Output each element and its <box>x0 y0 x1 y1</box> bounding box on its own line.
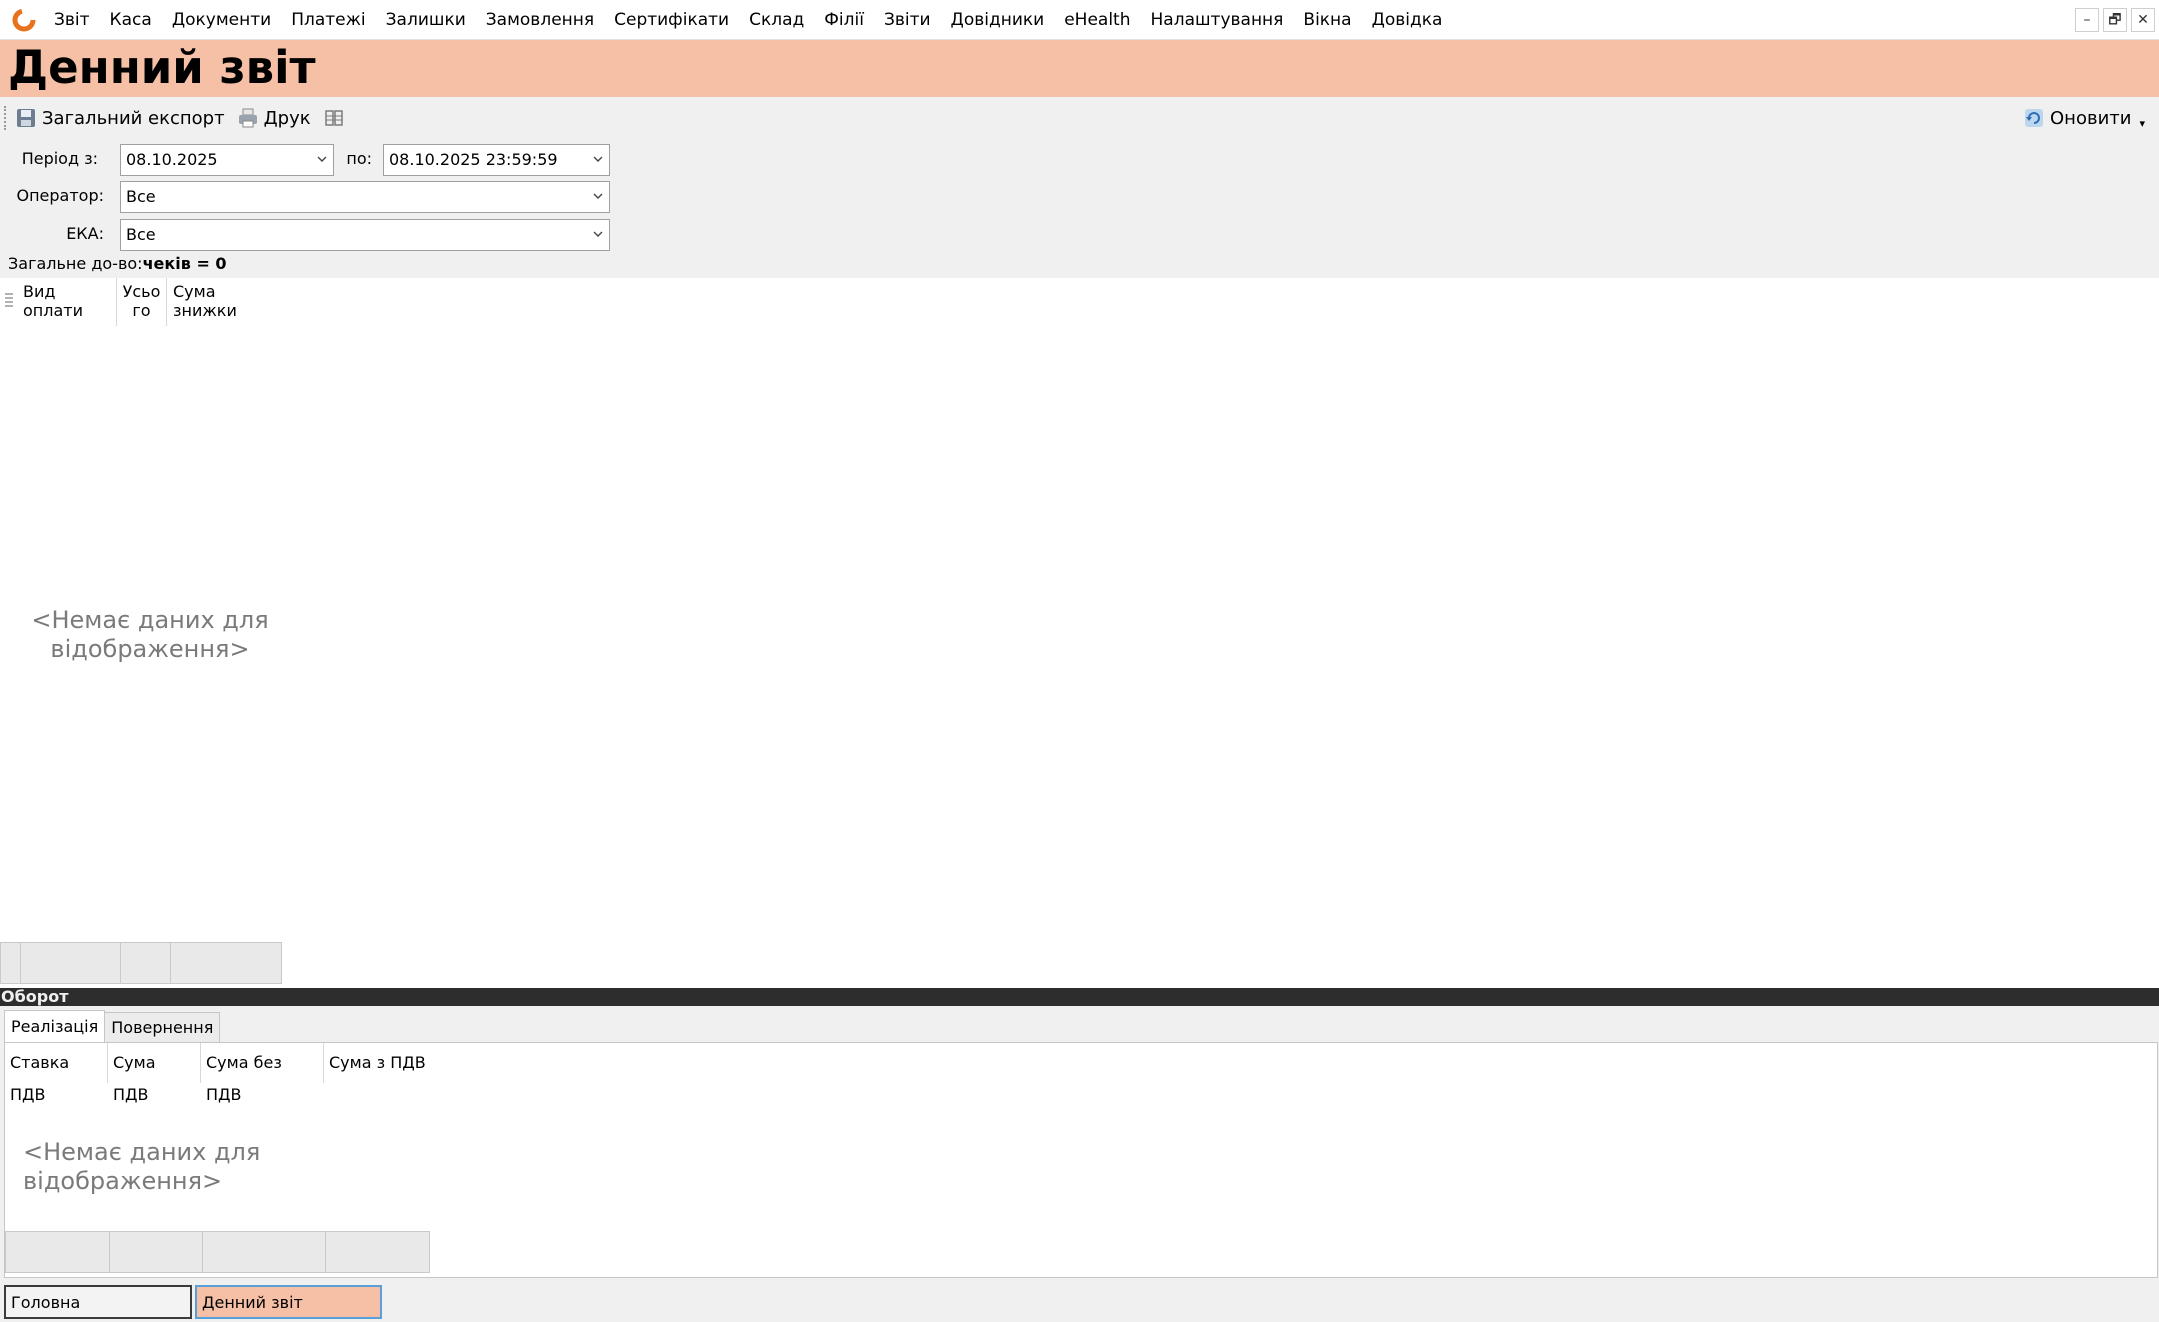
menu-item-windows[interactable]: Вікна <box>1293 0 1361 40</box>
window-controls: – 🗗 ✕ <box>2075 8 2155 32</box>
restore-button[interactable]: 🗗 <box>2103 8 2127 32</box>
export-label: Загальний експорт <box>42 107 225 129</box>
column-header-payment-type[interactable]: Вид оплати <box>17 278 117 326</box>
receipts-total: Загальне до-во:чеків = 0 <box>8 254 227 273</box>
refresh-dropdown-arrow[interactable]: ▾ <box>2139 117 2145 130</box>
menu-bar: Звіт Каса Документи Платежі Залишки Замо… <box>0 0 2159 40</box>
turnover-grid: Ставка ПДВ Сума ПДВ Сума без ПДВ Сума з … <box>4 1042 2158 1278</box>
save-disk-icon <box>17 109 35 127</box>
export-button[interactable]: Загальний експорт <box>9 103 231 133</box>
column-chooser-button[interactable] <box>317 103 356 133</box>
eka-select[interactable]: Все <box>120 219 610 251</box>
footer-cell <box>6 1232 110 1272</box>
print-button[interactable]: Друк <box>231 103 317 133</box>
grid-indicator[interactable] <box>0 278 17 326</box>
tab-returns[interactable]: Повернення <box>104 1012 221 1042</box>
payments-grid-header: Вид оплати Усьо го Сума знижки <box>0 278 282 326</box>
minimize-button[interactable]: – <box>2075 8 2099 32</box>
menu-item-certificates[interactable]: Сертифікати <box>604 0 739 40</box>
menu-item-report[interactable]: Звіт <box>44 0 100 40</box>
eka-label: ЕКА: <box>66 224 104 243</box>
app-window: Звіт Каса Документи Платежі Залишки Замо… <box>0 0 2159 1322</box>
footer-cell <box>110 1232 203 1272</box>
turnover-grid-header: Ставка ПДВ Сума ПДВ Сума без ПДВ Сума з … <box>5 1043 434 1104</box>
turnover-grid-footer <box>5 1231 430 1273</box>
column-header-vat-amount[interactable]: Сума ПДВ <box>108 1043 201 1104</box>
column-header-amount-without-vat[interactable]: Сума без ПДВ <box>201 1043 324 1104</box>
menu-item-directories[interactable]: Довідники <box>941 0 1055 40</box>
tab-sales[interactable]: Реалізація <box>4 1010 106 1042</box>
printer-icon <box>238 108 257 128</box>
column-header-vat-rate[interactable]: Ставка ПДВ <box>5 1043 108 1104</box>
menu-item-help[interactable]: Довідка <box>1362 0 1453 40</box>
menu-item-warehouse[interactable]: Склад <box>739 0 814 40</box>
column-header-total[interactable]: Усьо го <box>117 278 167 326</box>
period-to-label: по: <box>346 149 372 168</box>
turnover-tabs: Реалізація Повернення <box>4 1010 221 1042</box>
period-from-label: Період з: <box>21 149 98 168</box>
turnover-section-title: Оборот <box>1 987 69 1006</box>
page-title: Денний звіт <box>8 41 316 94</box>
refresh-label: Оновити <box>2050 107 2132 129</box>
operator-select[interactable]: Все <box>120 181 610 213</box>
menu-item-cash[interactable]: Каса <box>100 0 162 40</box>
chevron-down-icon[interactable] <box>593 154 603 164</box>
footer-cell <box>1 943 21 983</box>
footer-cell <box>121 943 171 983</box>
window-tabs-bar: Головна Денний звіт <box>0 1282 2159 1322</box>
window-tab-daily-report[interactable]: Денний звіт <box>195 1285 382 1319</box>
empty-state-message: <Немає даних для відображення> <box>23 1138 261 1195</box>
refresh-button[interactable]: Оновити ▾ <box>2017 103 2151 133</box>
period-from-date[interactable]: 08.10.2025 <box>120 144 334 176</box>
menu-item-branches[interactable]: Філії <box>814 0 874 40</box>
eka-value: Все <box>126 225 156 244</box>
refresh-icon <box>2025 109 2044 127</box>
print-label: Друк <box>263 107 311 129</box>
footer-cell <box>21 943 121 983</box>
period-to-value: 08.10.2025 23:59:59 <box>389 150 558 169</box>
app-logo-icon <box>12 8 36 31</box>
menu-item-reports[interactable]: Звіти <box>874 0 941 40</box>
period-to-date[interactable]: 08.10.2025 23:59:59 <box>383 144 610 176</box>
toolbar: Загальний експорт Друк Оновити ▾ <box>0 100 2159 136</box>
footer-cell <box>203 1232 326 1272</box>
menu-item-payments[interactable]: Платежі <box>281 0 375 40</box>
menu-item-stock[interactable]: Залишки <box>376 0 476 40</box>
footer-cell <box>171 943 281 983</box>
footer-cell <box>326 1232 429 1272</box>
menu-item-orders[interactable]: Замовлення <box>476 0 604 40</box>
menu-item-settings[interactable]: Налаштування <box>1141 0 1294 40</box>
close-button[interactable]: ✕ <box>2131 8 2155 32</box>
payments-grid: Вид оплати Усьо го Сума знижки <Немає да… <box>0 278 2159 988</box>
receipts-total-label: Загальне до-во: <box>8 254 143 273</box>
payments-grid-footer <box>0 942 282 984</box>
chevron-down-icon[interactable] <box>593 191 603 201</box>
receipts-total-value: чеків = 0 <box>142 254 227 273</box>
menu-item-ehealth[interactable]: eHealth <box>1054 0 1140 40</box>
menu-item-documents[interactable]: Документи <box>162 0 281 40</box>
empty-state-message: <Немає даних для відображення> <box>31 606 269 663</box>
window-tab-home[interactable]: Головна <box>4 1285 192 1319</box>
filters-panel: Період з: 08.10.2025 по: 08.10.2025 23:5… <box>0 142 640 254</box>
title-banner: Денний звіт <box>0 40 2159 97</box>
column-header-discount[interactable]: Сума знижки <box>167 278 282 326</box>
chevron-down-icon[interactable] <box>593 229 603 239</box>
column-chooser-icon <box>324 110 343 126</box>
operator-label: Оператор: <box>16 186 104 205</box>
operator-value: Все <box>126 187 156 206</box>
column-header-amount-with-vat[interactable]: Сума з ПДВ <box>324 1043 434 1083</box>
period-from-value: 08.10.2025 <box>126 150 218 169</box>
column-chooser-icon[interactable] <box>4 292 14 308</box>
chevron-down-icon[interactable] <box>317 154 327 164</box>
toolbar-right: Оновити ▾ <box>2017 100 2151 136</box>
